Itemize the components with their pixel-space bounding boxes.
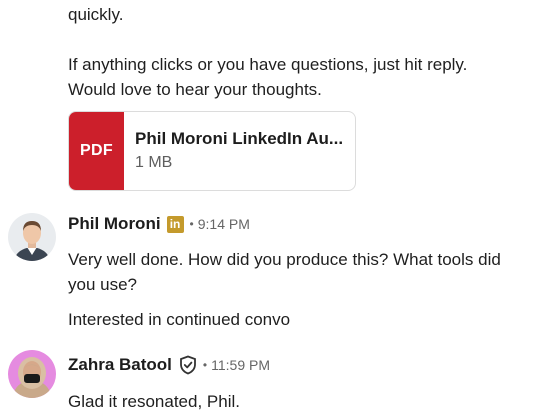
attachment-info: Phil Moroni LinkedIn Au... 1 MB [124,112,343,190]
linkedin-premium-icon: in [166,215,184,233]
separator-dot: • [202,358,208,372]
sender-name[interactable]: Phil Moroni [68,214,161,234]
pdf-attachment-card[interactable]: PDF Phil Moroni LinkedIn Au... 1 MB [68,111,356,191]
message-header: Phil Moroni in • 9:14 PM [68,212,250,236]
message-text: If anything clicks or you have questions… [68,55,468,74]
avatar-zahra-batool[interactable] [8,350,56,398]
message-text: quickly. [68,5,124,24]
separator-dot: • [189,217,194,231]
message-text: Very well done. How did you produce this… [68,250,501,269]
message-header: Zahra Batool • 11:59 PM [68,353,270,377]
message-text: Would love to hear your thoughts. [68,80,322,99]
attachment-file-name[interactable]: Phil Moroni LinkedIn Au... [135,128,343,150]
message-timestamp: 11:59 PM [211,357,270,373]
attachment-file-size: 1 MB [135,154,173,171]
avatar-phil-moroni[interactable] [8,213,56,261]
conversation-thread: quickly. If anything clicks or you have … [0,0,557,417]
sender-name[interactable]: Zahra Batool [68,355,172,375]
message-timestamp: 9:14 PM [197,216,250,232]
message-text: you use? [68,275,137,294]
message-text: Glad it resonated, Phil. [68,392,240,411]
pdf-icon: PDF [69,112,124,190]
verified-shield-icon [179,355,197,375]
message-text: Interested in continued convo [68,310,291,329]
